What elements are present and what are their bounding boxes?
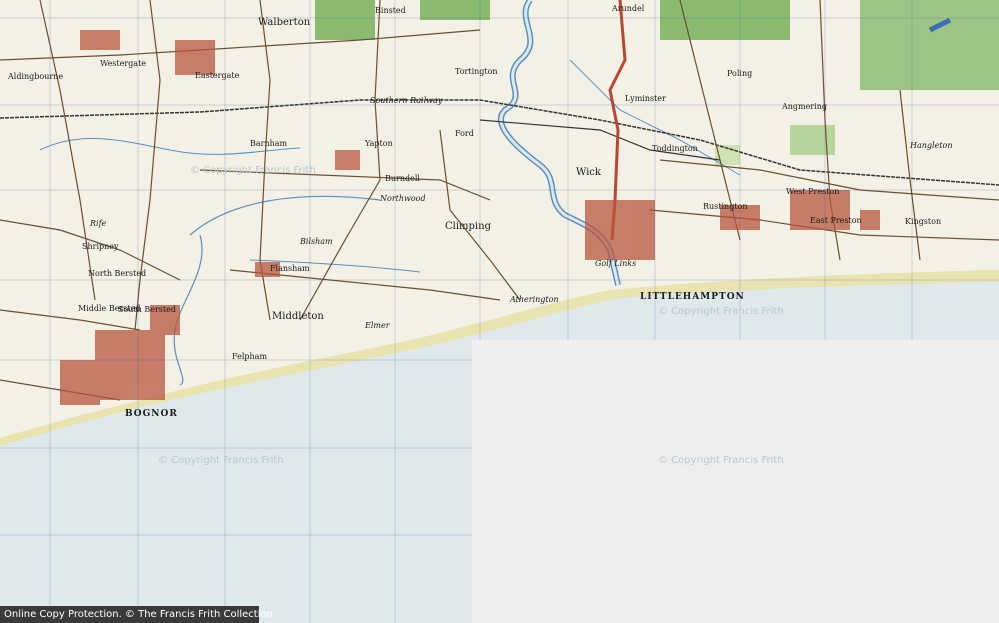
place-walberton: Walberton xyxy=(258,17,311,28)
place-burndell: Burndell xyxy=(385,174,420,183)
watermark: © Copyright Francis Frith xyxy=(190,165,316,176)
place-bilsham: Bilsham xyxy=(300,237,333,246)
place-barnham: Barnham xyxy=(250,139,288,148)
watermark: © Copyright Francis Frith xyxy=(658,306,784,317)
place-rustington: Rustington xyxy=(703,202,748,211)
place-south-bersted: South Bersted xyxy=(118,305,176,314)
place-aldingbourne: Aldingbourne xyxy=(8,72,64,81)
place-westergate: Westergate xyxy=(100,59,147,68)
place-north-bersted: North Bersted xyxy=(88,269,147,278)
watermark: © Copyright Francis Frith xyxy=(658,455,784,466)
place-flansham: Flansham xyxy=(270,264,310,273)
place-middleton: Middleton xyxy=(272,311,324,322)
place-littlehampton: LITTLEHAMPTON xyxy=(640,292,745,302)
place-atherington: Atherington xyxy=(510,295,559,304)
watermark: © Copyright Francis Frith xyxy=(158,455,284,466)
copyright-footer: Online Copy Protection. © The Francis Fr… xyxy=(0,606,273,623)
place-tortington: Tortington xyxy=(455,67,498,76)
place-angmering: Angmering xyxy=(782,102,828,111)
place-climping: Climping xyxy=(445,221,491,232)
place-elmer: Elmer xyxy=(365,321,390,330)
place-bognor: BOGNOR xyxy=(125,409,178,419)
place-golf-links: Golf Links xyxy=(595,259,637,268)
map-view[interactable]: Walberton Binsted Arundel Westergate Ald… xyxy=(0,0,999,623)
place-ford: Ford xyxy=(455,129,474,138)
place-northwood: Northwood xyxy=(380,194,426,203)
label-rife: Rife xyxy=(90,219,107,228)
place-toddington: Toddington xyxy=(652,144,698,153)
place-poling: Poling xyxy=(727,69,753,78)
place-hangleton: Hangleton xyxy=(910,141,953,150)
place-west-preston: West Preston xyxy=(786,187,840,196)
place-arundel: Arundel xyxy=(612,4,645,13)
place-felpham: Felpham xyxy=(232,352,268,361)
place-wick: Wick xyxy=(576,167,601,178)
place-yapton: Yapton xyxy=(365,139,393,148)
place-lyminster: Lyminster xyxy=(625,94,666,103)
place-eastergate: Eastergate xyxy=(195,71,240,80)
place-kingston: Kingston xyxy=(905,217,942,226)
label-southern-railway: Southern Railway xyxy=(370,96,443,105)
unmapped-area xyxy=(472,340,999,623)
place-shripney: Shripney xyxy=(82,242,119,251)
place-east-preston: East Preston xyxy=(810,216,862,225)
place-binsted: Binsted xyxy=(375,6,406,15)
